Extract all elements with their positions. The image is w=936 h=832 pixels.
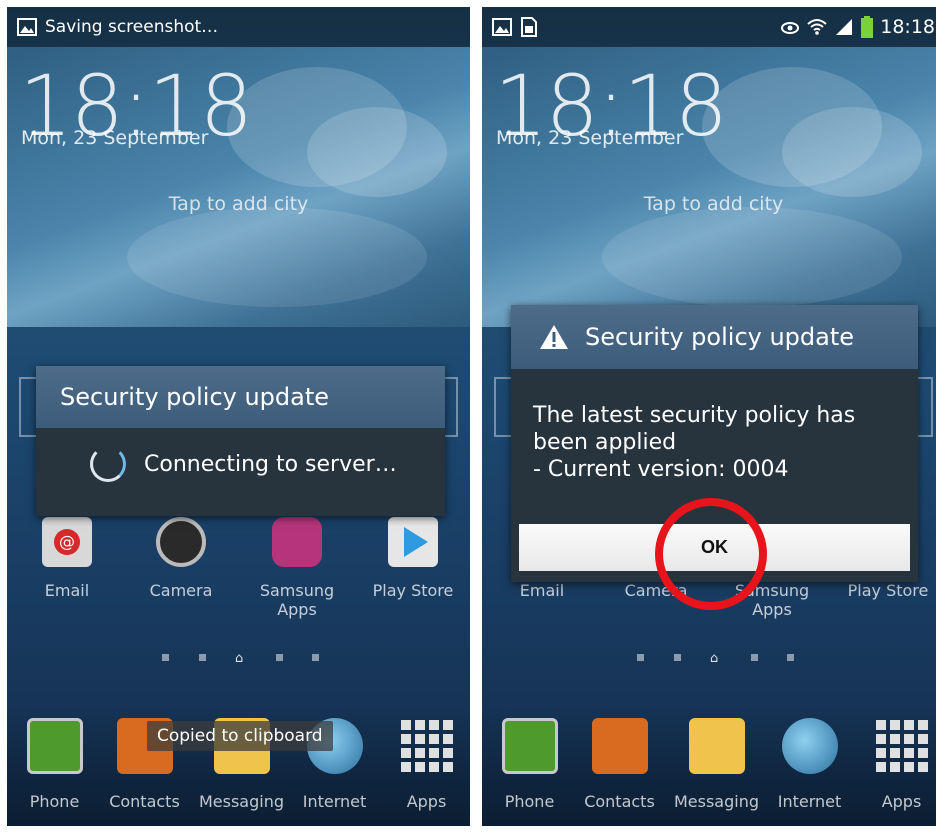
weather-add-city[interactable]: Tap to add city (7, 193, 470, 215)
globe-icon (781, 718, 838, 774)
app-play-store[interactable]: Play Store (363, 517, 463, 600)
page-dot[interactable] (199, 654, 206, 661)
dock-internet[interactable]: Internet (762, 718, 857, 811)
home-page-icon[interactable]: ⌂ (710, 651, 718, 666)
status-text: Saving screenshot… (45, 17, 219, 37)
dock-label: Contacts (109, 792, 180, 811)
dock-phone[interactable]: Phone (7, 718, 102, 811)
dock-label: Phone (29, 792, 80, 811)
battery-icon (861, 16, 874, 38)
page-dot[interactable] (787, 654, 794, 661)
dialog-header: Security policy update (36, 366, 445, 428)
app-label: Play Store (372, 581, 454, 600)
dock-messaging[interactable]: Messaging (669, 718, 764, 811)
page-indicator: ⌂ (7, 651, 470, 670)
dialog-body: Connecting to server… (36, 428, 445, 482)
phone-icon (26, 718, 83, 774)
app-samsung-apps[interactable]: Samsung Apps (247, 517, 347, 619)
dock-contacts[interactable]: Contacts (572, 718, 667, 811)
phone-icon (501, 718, 558, 774)
dock-label: Contacts (584, 792, 655, 811)
lockscreen-date: Mon, 23 September (21, 127, 209, 149)
home-page-icon[interactable]: ⌂ (235, 651, 243, 666)
dock-label: Internet (302, 792, 367, 811)
dialog-message-line: - Current version: 0004 (533, 457, 789, 482)
dialog-message-line: been applied (533, 430, 677, 455)
page-dot[interactable] (312, 654, 319, 661)
app-email[interactable]: @ Email (17, 517, 117, 600)
weather-add-city[interactable]: Tap to add city (482, 193, 936, 215)
messaging-icon (688, 718, 745, 774)
dialog-title: Security policy update (60, 383, 330, 411)
lockscreen-date: Mon, 23 September (496, 127, 684, 149)
wifi-icon (807, 19, 827, 35)
dock-phone[interactable]: Phone (482, 718, 577, 811)
image-icon (17, 18, 37, 36)
dialog-body: The latest security policy has been appl… (511, 369, 918, 483)
dock-label: Phone (504, 792, 555, 811)
dialog-header: Security policy update (511, 305, 918, 369)
dock-label: Apps (406, 792, 447, 811)
dialog-title: Security policy update (585, 323, 855, 351)
play-store-icon (388, 517, 438, 567)
page-dot[interactable] (637, 654, 644, 661)
samsung-apps-icon (272, 517, 322, 567)
email-icon: @ (42, 517, 92, 567)
app-camera[interactable]: Camera (131, 517, 231, 600)
dock: Phone Contacts Messaging Internet Apps (482, 706, 936, 826)
dialog-message-line: The latest security policy has (533, 403, 856, 428)
dock-apps[interactable]: Apps (854, 718, 936, 811)
page-dot[interactable] (674, 654, 681, 661)
app-label: Play Store (847, 581, 929, 600)
dialog-message: Connecting to server… (144, 451, 397, 477)
status-time: 18:18 (880, 16, 935, 38)
page-dot[interactable] (276, 654, 283, 661)
left-phone-screen: Saving screenshot… 18:18 Mon, 23 Septemb… (7, 7, 470, 826)
highlight-circle (655, 498, 767, 610)
signal-icon (836, 19, 853, 35)
page-dot[interactable] (751, 654, 758, 661)
image-icon (492, 18, 512, 36)
sim-card-icon (521, 17, 537, 37)
contacts-icon (591, 718, 648, 774)
app-label: Email (44, 581, 90, 600)
status-bar: Saving screenshot… (7, 7, 470, 47)
app-label: Email (519, 581, 565, 600)
page-dot[interactable] (162, 654, 169, 661)
page-indicator: ⌂ (482, 651, 936, 670)
dock-label: Internet (777, 792, 842, 811)
smart-stay-eye-icon (781, 22, 800, 34)
apps-grid-icon (400, 720, 453, 772)
dock-label: Messaging (673, 792, 760, 811)
warning-icon (540, 325, 568, 349)
apps-grid-icon (875, 720, 928, 772)
app-label: Camera (149, 581, 213, 600)
dock-label: Apps (881, 792, 922, 811)
security-update-dialog: Security policy update Connecting to ser… (36, 366, 445, 516)
dock-apps[interactable]: Apps (379, 718, 470, 811)
toast-message: Copied to clipboard (147, 721, 333, 751)
app-row: @ Email Camera Samsung Apps Play Store (7, 517, 470, 627)
camera-icon (156, 517, 206, 567)
status-bar: 18:18 (482, 7, 936, 47)
dock-label: Messaging (198, 792, 285, 811)
app-label: Samsung Apps (259, 581, 335, 619)
loading-spinner-icon (90, 446, 126, 482)
right-phone-screen: 18:18 18:18 Mon, 23 September Tap to add… (482, 7, 936, 826)
